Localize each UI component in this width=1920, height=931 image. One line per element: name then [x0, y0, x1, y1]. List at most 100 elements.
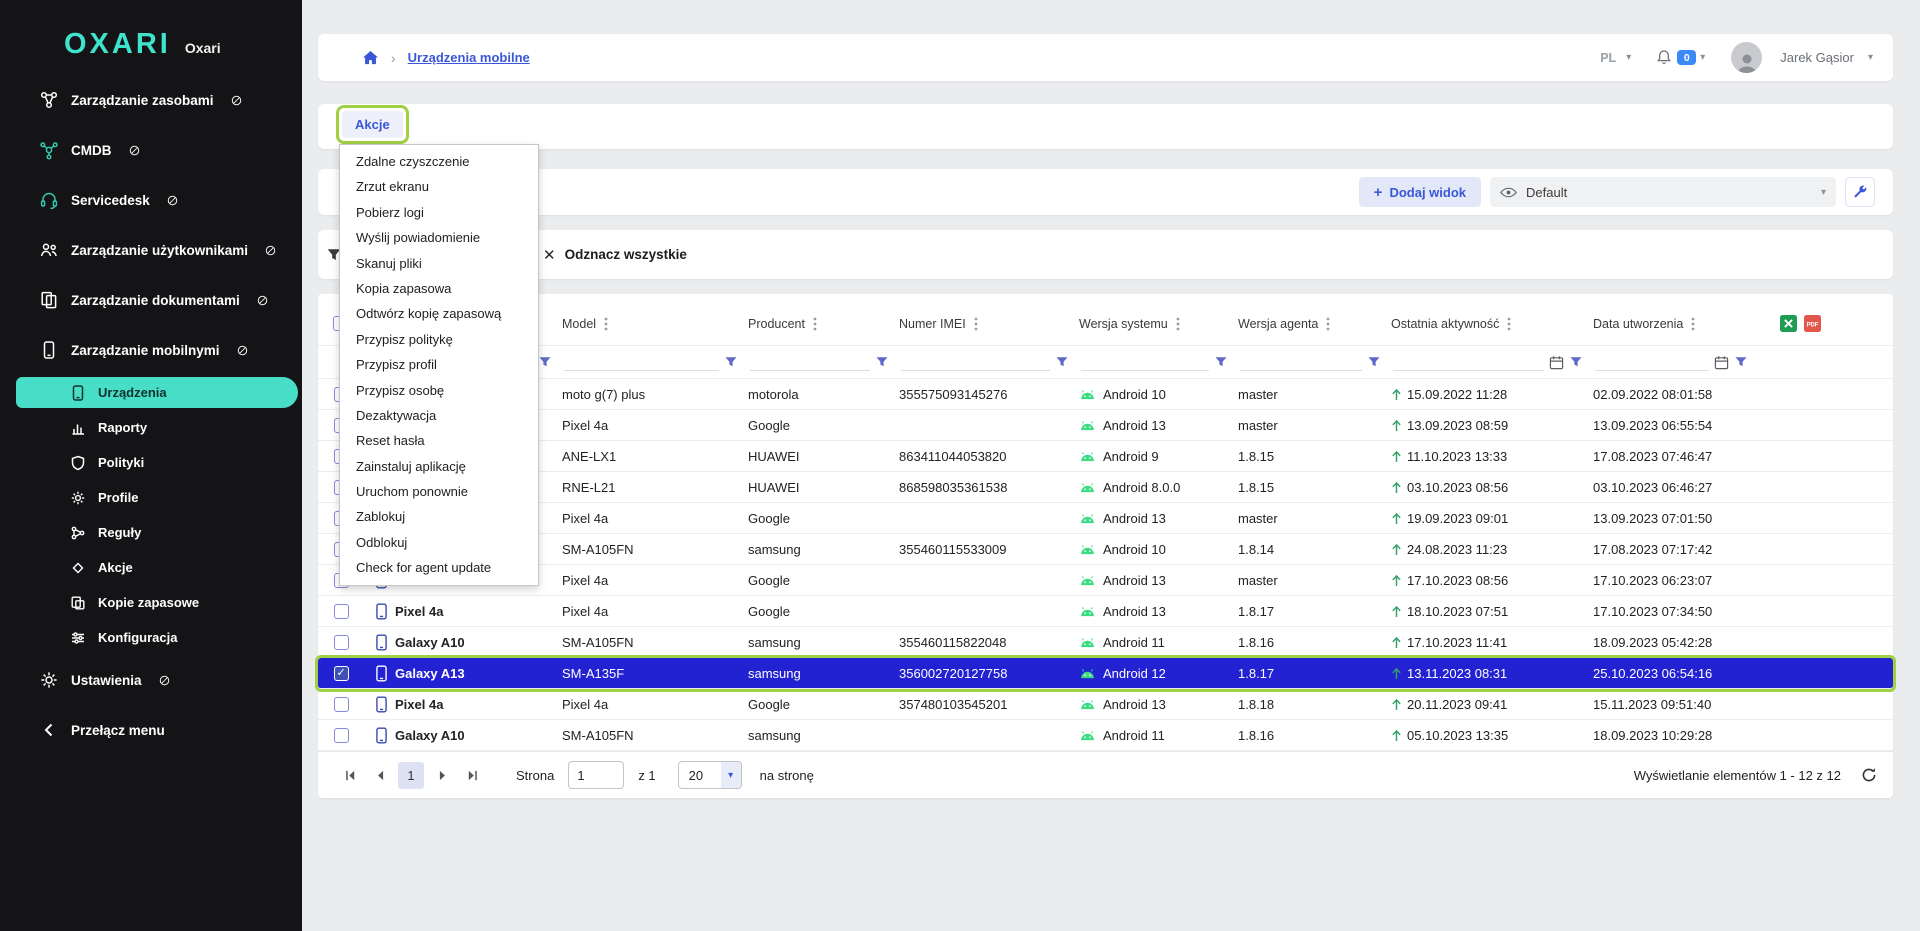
filter-icon[interactable]: [1214, 355, 1228, 369]
sidebar-item-reguly[interactable]: Reguły: [0, 515, 302, 550]
filter-input[interactable]: [901, 354, 1050, 371]
row-checkbox[interactable]: [334, 697, 349, 712]
action-menu-item[interactable]: Odtwórz kopię zapasową: [340, 301, 538, 326]
sidebar-item-dokumenty[interactable]: Zarządzanie dokumentami: [0, 275, 302, 325]
breadcrumb-link[interactable]: Urządzenia mobilne: [408, 50, 530, 65]
column-menu-icon[interactable]: [1507, 317, 1511, 331]
table-row[interactable]: RNE-L21 HUAWEI 868598035361538 Android 8…: [318, 472, 1893, 503]
row-checkbox[interactable]: [334, 728, 349, 743]
column-header[interactable]: Data utworzenia: [1591, 302, 1756, 345]
language-selector[interactable]: PL: [1600, 51, 1616, 65]
row-checkbox[interactable]: [334, 635, 349, 650]
action-menu-item[interactable]: Kopia zapasowa: [340, 276, 538, 301]
page-size-select[interactable]: 20 ▾: [678, 761, 742, 789]
action-menu-item[interactable]: Przypisz osobę: [340, 378, 538, 403]
column-menu-icon[interactable]: [1326, 317, 1330, 331]
row-checkbox[interactable]: [334, 604, 349, 619]
sidebar-item-cmdb[interactable]: CMDB: [0, 125, 302, 175]
column-header[interactable]: Ostatnia aktywność: [1389, 302, 1591, 345]
action-menu-item[interactable]: Check for agent update: [340, 555, 538, 580]
action-menu-item[interactable]: Przypisz politykę: [340, 327, 538, 352]
sidebar-item-ustawienia[interactable]: Ustawienia: [0, 655, 302, 705]
table-row[interactable]: Pixel 4a Pixel 4a Google 357480103545201…: [318, 689, 1893, 720]
table-row[interactable]: moto g(7) plus motorola 355575093145276 …: [318, 379, 1893, 410]
akcje-button[interactable]: Akcje: [342, 111, 403, 138]
filter-input[interactable]: [564, 354, 719, 371]
filter-icon[interactable]: [538, 355, 552, 369]
sidebar-item-mobilne[interactable]: Zarządzanie mobilnymi: [0, 325, 302, 375]
table-row[interactable]: Pixel 4a Pixel 4a Google Android 13 mast…: [318, 565, 1893, 596]
sidebar-item-urzadzenia[interactable]: Urządzenia: [0, 375, 302, 410]
filter-input[interactable]: [750, 354, 870, 371]
action-menu-item[interactable]: Reset hasła: [340, 428, 538, 453]
column-menu-icon[interactable]: [1691, 317, 1695, 331]
column-menu-icon[interactable]: [813, 317, 817, 331]
avatar[interactable]: [1731, 42, 1762, 73]
action-menu-item[interactable]: Przypisz profil: [340, 352, 538, 377]
sidebar-item-konfiguracja[interactable]: Konfiguracja: [0, 620, 302, 655]
filter-input[interactable]: [1393, 354, 1544, 371]
column-header[interactable]: Wersja agenta: [1236, 302, 1389, 345]
user-name[interactable]: Jarek Gąsior: [1780, 50, 1854, 65]
action-menu-item[interactable]: Skanuj pliki: [340, 251, 538, 276]
refresh-icon[interactable]: [1861, 767, 1877, 783]
export-excel-icon[interactable]: [1780, 315, 1797, 332]
action-menu-item[interactable]: Dezaktywacja: [340, 403, 538, 428]
sidebar-item-profile[interactable]: Profile: [0, 480, 302, 515]
filter-icon[interactable]: [1367, 355, 1381, 369]
page-number-input[interactable]: [568, 761, 624, 789]
column-header[interactable]: Producent: [746, 302, 897, 345]
column-header[interactable]: Model: [560, 302, 746, 345]
column-menu-icon[interactable]: [1176, 317, 1180, 331]
action-menu-item[interactable]: Uruchom ponownie: [340, 479, 538, 504]
last-page-button[interactable]: [460, 762, 484, 788]
column-menu-icon[interactable]: [974, 317, 978, 331]
calendar-icon[interactable]: [1714, 355, 1729, 370]
filter-input[interactable]: [1595, 354, 1709, 371]
next-page-button[interactable]: [430, 762, 454, 788]
notifications-button[interactable]: 0 ▾: [1655, 49, 1705, 67]
table-row[interactable]: Pixel 4a Pixel 4a Google Android 13 1.8.…: [318, 596, 1893, 627]
export-pdf-icon[interactable]: PDF: [1804, 315, 1821, 332]
table-row[interactable]: Galaxy A10 SM-A105FN samsung Android 11 …: [318, 720, 1893, 751]
view-selector[interactable]: Default ▾: [1490, 177, 1836, 207]
filter-icon[interactable]: [1055, 355, 1069, 369]
sidebar-item-polityki[interactable]: Polityki: [0, 445, 302, 480]
table-row[interactable]: ANE-LX1 HUAWEI 863411044053820 Android 9…: [318, 441, 1893, 472]
first-page-button[interactable]: [338, 762, 362, 788]
filter-icon[interactable]: [1569, 355, 1583, 369]
filter-icon[interactable]: [724, 355, 738, 369]
action-menu-item[interactable]: Zablokuj: [340, 504, 538, 529]
table-row[interactable]: SM-A105FN samsung 355460115533009 Androi…: [318, 534, 1893, 565]
prev-page-button[interactable]: [368, 762, 392, 788]
column-menu-icon[interactable]: [604, 317, 608, 331]
sidebar-item-raporty[interactable]: Raporty: [0, 410, 302, 445]
home-icon[interactable]: [362, 50, 379, 65]
table-row[interactable]: Pixel 4a Google Android 13 master 19.09.…: [318, 503, 1893, 534]
table-row[interactable]: Pixel 4a Google Android 13 master 13.09.…: [318, 410, 1893, 441]
filter-icon[interactable]: [875, 355, 889, 369]
table-row[interactable]: Galaxy A10 SM-A105FN samsung 35546011582…: [318, 627, 1893, 658]
sidebar-item-akcje[interactable]: Akcje: [0, 550, 302, 585]
filter-input[interactable]: [1081, 354, 1209, 371]
sidebar-item-kopie[interactable]: Kopie zapasowe: [0, 585, 302, 620]
sidebar-collapse-toggle[interactable]: Przełącz menu: [0, 705, 302, 755]
row-checkbox[interactable]: [334, 666, 349, 681]
action-menu-item[interactable]: Pobierz logi: [340, 200, 538, 225]
current-page-button[interactable]: 1: [398, 762, 424, 789]
calendar-icon[interactable]: [1549, 355, 1564, 370]
action-menu-item[interactable]: Odblokuj: [340, 530, 538, 555]
action-menu-item[interactable]: Wyślij powiadomienie: [340, 225, 538, 250]
column-header[interactable]: Wersja systemu: [1077, 302, 1236, 345]
action-menu-item[interactable]: Zainstaluj aplikację: [340, 454, 538, 479]
sidebar-item-servicedesk[interactable]: Servicedesk: [0, 175, 302, 225]
view-settings-button[interactable]: [1845, 177, 1875, 207]
table-row[interactable]: Galaxy A13 SM-A135F samsung 356002720127…: [318, 658, 1893, 689]
sidebar-item-uzytkownicy[interactable]: Zarządzanie użytkownikami: [0, 225, 302, 275]
column-header[interactable]: Numer IMEI: [897, 302, 1077, 345]
deselect-all-button[interactable]: ✕ Odznacz wszystkie: [543, 246, 687, 264]
action-menu-item[interactable]: Zrzut ekranu: [340, 174, 538, 199]
filter-icon[interactable]: [1734, 355, 1748, 369]
filter-input[interactable]: [1240, 354, 1362, 371]
action-menu-item[interactable]: Zdalne czyszczenie: [340, 149, 538, 174]
